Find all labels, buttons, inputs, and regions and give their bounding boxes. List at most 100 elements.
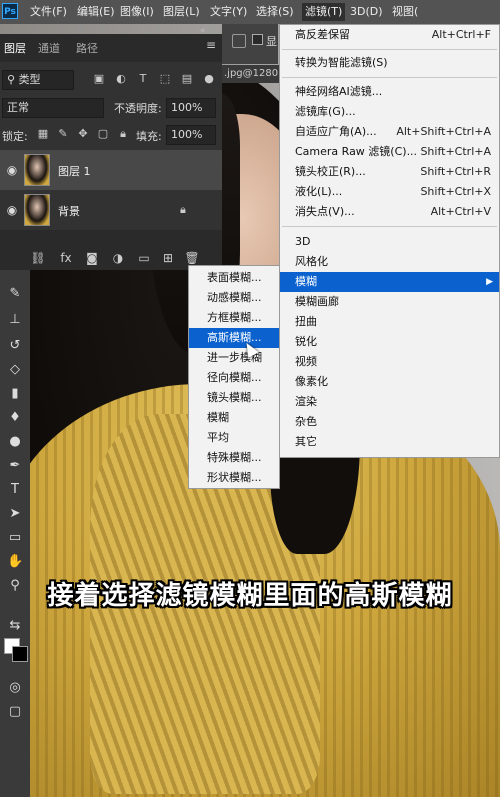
tab-layers[interactable]: 图层 <box>4 40 26 56</box>
lock-transparency-icon[interactable]: ▦ <box>36 127 50 141</box>
rectangle-tool-icon[interactable]: ▭ <box>7 530 23 546</box>
shape-filter-icon[interactable]: ⬚ <box>158 72 172 86</box>
clone-stamp-tool-icon[interactable]: ⊥ <box>7 312 23 328</box>
submenu-item-blur-more[interactable]: 进一步模糊 <box>189 348 279 368</box>
menu-item-blur-gallery[interactable]: 模糊画廊 <box>280 292 499 312</box>
menu-item-other[interactable]: 其它 <box>280 432 499 452</box>
menu-item-high-pass[interactable]: 高反差保留 Alt+Ctrl+F <box>280 25 499 45</box>
eraser-tool-icon[interactable]: ◇ <box>7 362 23 378</box>
layer-row-background[interactable]: ◉ 背景 <box>0 190 222 230</box>
new-group-icon[interactable]: ▭ <box>136 250 152 266</box>
quick-mask-icon[interactable]: ◎ <box>7 680 23 696</box>
menu-item-camera-raw[interactable]: Camera Raw 滤镜(C)... Shift+Ctrl+A <box>280 142 499 162</box>
delete-layer-icon[interactable]: 🗑︎ <box>184 250 200 266</box>
blur-tool-icon[interactable]: ♦ <box>7 410 23 426</box>
menu-type[interactable]: 文字(Y) <box>210 3 247 21</box>
menu-item-render[interactable]: 渲染 <box>280 392 499 412</box>
tab-paths[interactable]: 路径 <box>76 40 98 56</box>
menu-item-video[interactable]: 视频 <box>280 352 499 372</box>
smart-object-filter-icon[interactable]: ▤ <box>180 72 194 86</box>
hand-tool-icon[interactable]: ✋ <box>7 554 23 570</box>
layer-name[interactable]: 图层 1 <box>58 163 91 179</box>
menu-item-distort[interactable]: 扭曲 <box>280 312 499 332</box>
fill-field[interactable]: 100% <box>166 125 216 145</box>
screen-mode-icon[interactable]: ▢ <box>7 704 23 720</box>
menu-edit[interactable]: 编辑(E) <box>77 3 115 21</box>
submenu-item-lens-blur[interactable]: 镜头模糊... <box>189 388 279 408</box>
options-checkbox[interactable] <box>252 34 263 45</box>
menu-image[interactable]: 图像(I) <box>120 3 154 21</box>
dodge-tool-icon[interactable]: ● <box>7 434 23 450</box>
menu-item-pixelate[interactable]: 像素化 <box>280 372 499 392</box>
type-tool-icon[interactable]: T <box>7 482 23 498</box>
collapse-icon[interactable]: « <box>200 26 206 36</box>
submenu-item-average[interactable]: 平均 <box>189 428 279 448</box>
layer-thumbnail <box>24 194 50 226</box>
new-layer-icon[interactable]: ⊞ <box>160 250 176 266</box>
document-tab[interactable]: .jpg@1280 <box>220 65 280 83</box>
menu-item-stylize[interactable]: 风格化 <box>280 252 499 272</box>
menu-item-neural-filters[interactable]: 神经网络AI滤镜... <box>280 82 499 102</box>
menu-file[interactable]: 文件(F) <box>30 3 67 21</box>
add-mask-icon[interactable]: ◙ <box>84 250 100 266</box>
pixel-filter-icon[interactable]: ▣ <box>92 72 106 86</box>
opacity-label: 不透明度: <box>114 102 162 115</box>
visibility-eye-icon[interactable]: ◉ <box>4 162 20 178</box>
menu-separator <box>282 49 497 50</box>
filter-kind-select[interactable]: ⚲ 类型 <box>2 70 74 90</box>
opacity-field[interactable]: 100% <box>166 98 216 118</box>
tab-channels[interactable]: 通道 <box>38 40 60 56</box>
submenu-item-gaussian-blur[interactable]: 高斯模糊... <box>189 328 279 348</box>
tool-preset-icon[interactable] <box>232 34 246 48</box>
menu-item-blur[interactable]: 模糊 ▶ <box>280 272 499 292</box>
menu-item-liquify[interactable]: 液化(L)... Shift+Ctrl+X <box>280 182 499 202</box>
menu-item-noise[interactable]: 杂色 <box>280 412 499 432</box>
submenu-item-box-blur[interactable]: 方框模糊... <box>189 308 279 328</box>
lock-image-icon[interactable]: ✎ <box>56 127 70 141</box>
type-filter-icon[interactable]: T <box>136 72 150 86</box>
menu-item-vanishing-point[interactable]: 消失点(V)... Alt+Ctrl+V <box>280 202 499 222</box>
blur-submenu: 表面模糊... 动感模糊... 方框模糊... 高斯模糊... 进一步模糊 径向… <box>188 265 280 489</box>
submenu-item-blur[interactable]: 模糊 <box>189 408 279 428</box>
adjustment-filter-icon[interactable]: ◐ <box>114 72 128 86</box>
menu-item-filter-gallery[interactable]: 滤镜库(G)... <box>280 102 499 122</box>
pen-tool-icon[interactable]: ✒ <box>7 458 23 474</box>
layer-row-layer1[interactable]: ◉ 图层 1 <box>0 150 222 190</box>
visibility-eye-icon[interactable]: ◉ <box>4 202 20 218</box>
fx-icon[interactable]: fx <box>58 250 74 266</box>
layer-name[interactable]: 背景 <box>58 203 80 219</box>
submenu-item-surface-blur[interactable]: 表面模糊... <box>189 268 279 288</box>
brush-tool-icon[interactable]: ✎ <box>7 286 23 302</box>
submenu-item-smart-blur[interactable]: 特殊模糊... <box>189 448 279 468</box>
adjustment-layer-icon[interactable]: ◑ <box>110 250 126 266</box>
background-color-swatch[interactable] <box>12 646 28 662</box>
lock-artboard-icon[interactable]: ▢ <box>96 127 110 141</box>
menu-layer[interactable]: 图层(L) <box>163 3 200 21</box>
menu-view[interactable]: 视图( <box>392 3 418 21</box>
path-selection-tool-icon[interactable]: ➤ <box>7 506 23 522</box>
menu-item-sharpen[interactable]: 锐化 <box>280 332 499 352</box>
menu-separator <box>282 226 497 227</box>
photoshop-logo-icon: Ps <box>2 3 18 19</box>
panel-menu-icon[interactable]: ≡ <box>206 39 218 51</box>
history-brush-tool-icon[interactable]: ↺ <box>7 338 23 354</box>
menu-filter[interactable]: 滤镜(T) <box>302 3 346 21</box>
submenu-item-radial-blur[interactable]: 径向模糊... <box>189 368 279 388</box>
menu-3d[interactable]: 3D(D) <box>350 3 383 21</box>
gradient-tool-icon[interactable]: ▮ <box>7 386 23 402</box>
lock-position-icon[interactable]: ✥ <box>76 127 90 141</box>
menu-select[interactable]: 选择(S) <box>256 3 294 21</box>
lock-icon: 🔒︎ <box>180 203 186 216</box>
filter-toggle-icon[interactable]: ● <box>202 72 216 86</box>
link-layers-icon[interactable]: ⛓ <box>30 250 46 266</box>
menu-item-3d[interactable]: 3D <box>280 232 499 252</box>
submenu-item-shape-blur[interactable]: 形状模糊... <box>189 468 279 488</box>
submenu-item-motion-blur[interactable]: 动感模糊... <box>189 288 279 308</box>
blend-mode-select[interactable]: 正常 <box>2 98 104 118</box>
menu-item-convert-smart-filters[interactable]: 转换为智能滤镜(S) <box>280 53 499 73</box>
menu-item-adaptive-wide-angle[interactable]: 自适应广角(A)... Alt+Shift+Ctrl+A <box>280 122 499 142</box>
lock-all-icon[interactable]: 🔒︎ <box>116 127 130 141</box>
menu-item-lens-correction[interactable]: 镜头校正(R)... Shift+Ctrl+R <box>280 162 499 182</box>
menu-separator <box>282 77 497 78</box>
swap-colors-icon[interactable]: ⇆ <box>7 618 23 634</box>
